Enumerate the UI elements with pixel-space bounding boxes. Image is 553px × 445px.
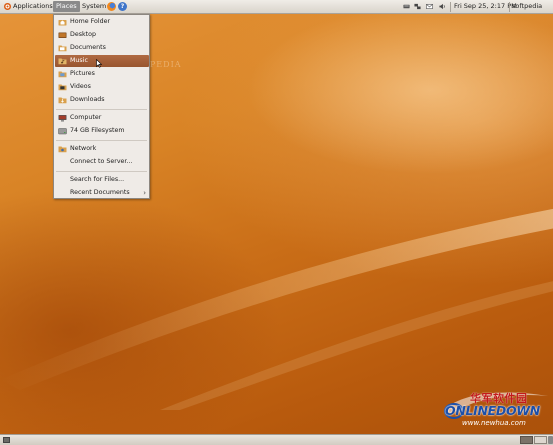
- menu-item-label: 74 GB Filesystem: [70, 127, 125, 134]
- firefox-icon[interactable]: [107, 2, 116, 11]
- system-label: System: [82, 2, 107, 10]
- bottom-panel: [0, 434, 553, 445]
- mail-icon[interactable]: [426, 3, 433, 10]
- keyboard-icon[interactable]: [403, 3, 410, 10]
- menu-item-label: Pictures: [70, 70, 95, 77]
- menu-item-downloads[interactable]: Downloads: [55, 94, 149, 106]
- computer-icon: [58, 115, 67, 122]
- menu-item-network[interactable]: Network: [55, 143, 149, 155]
- applications-menu[interactable]: Applications: [2, 1, 56, 12]
- menu-item-label: Computer: [70, 114, 102, 121]
- clock[interactable]: Fri Sep 25, 2:17 PM: [454, 1, 517, 12]
- network-icon: [58, 146, 67, 153]
- menu-item-pictures[interactable]: Pictures: [55, 68, 149, 80]
- menu-item-videos[interactable]: Videos: [55, 81, 149, 93]
- menu-separator: [56, 140, 147, 141]
- menu-separator: [56, 171, 147, 172]
- workspace-switcher-1[interactable]: [520, 436, 533, 444]
- desktop-icon: [58, 32, 67, 38]
- menu-item-recent-documents[interactable]: Recent Documents ›: [55, 187, 149, 199]
- desktop-screen: SOFTPEDIA Applications Places System ? F…: [0, 0, 553, 445]
- onlinedown-logo-text: ONLINEDOWN: [445, 403, 540, 418]
- user-switcher[interactable]: softpedia: [512, 1, 542, 12]
- submenu-arrow-icon: ›: [143, 189, 146, 197]
- folder-icon: [58, 45, 67, 52]
- menu-item-computer[interactable]: Computer: [55, 112, 149, 124]
- help-icon[interactable]: ?: [118, 2, 127, 11]
- home-folder-icon: [58, 20, 67, 26]
- music-folder-icon: [58, 58, 67, 65]
- menu-item-music[interactable]: Music: [55, 55, 149, 67]
- menu-item-74gb-filesystem[interactable]: 74 GB Filesystem: [55, 125, 149, 137]
- network-icon[interactable]: [414, 3, 421, 10]
- system-menu[interactable]: System: [80, 1, 108, 12]
- menu-item-label: Recent Documents: [70, 189, 130, 196]
- panel-separator: [450, 2, 451, 12]
- menu-item-label: Search for Files...: [70, 176, 125, 183]
- pictures-folder-icon: [58, 71, 67, 78]
- ubuntu-logo-icon: [4, 3, 11, 10]
- places-menu[interactable]: Places: [53, 1, 80, 12]
- drive-icon: [58, 128, 67, 135]
- menu-item-documents[interactable]: Documents: [55, 42, 149, 54]
- menu-item-desktop[interactable]: Desktop: [55, 29, 149, 41]
- menu-item-search-for-files[interactable]: Search for Files...: [55, 174, 149, 186]
- menu-item-connect-to-server[interactable]: Connect to Server...: [55, 156, 149, 168]
- top-panel: Applications Places System ? Fri Sep 25,…: [0, 0, 553, 14]
- downloads-folder-icon: [58, 97, 67, 104]
- trash-icon[interactable]: [548, 436, 553, 444]
- menu-item-label: Desktop: [70, 31, 96, 38]
- panel-separator: [509, 2, 510, 12]
- onlinedown-logo-url: www.newhua.com: [462, 419, 526, 427]
- menu-item-home-folder[interactable]: Home Folder: [55, 16, 149, 28]
- mouse-cursor-icon: [96, 59, 102, 68]
- menu-item-label: Videos: [70, 83, 91, 90]
- menu-item-label: Music: [70, 57, 88, 64]
- places-label: Places: [56, 2, 77, 10]
- show-desktop-icon[interactable]: [3, 437, 10, 443]
- workspace-switcher-2[interactable]: [534, 436, 547, 444]
- menu-item-label: Documents: [70, 44, 106, 51]
- menu-item-label: Connect to Server...: [70, 158, 133, 165]
- menu-item-label: Network: [70, 145, 97, 152]
- volume-icon[interactable]: [439, 3, 446, 10]
- menu-separator: [56, 109, 147, 110]
- places-dropdown-menu: Home Folder Desktop Documents Music Pict…: [53, 14, 150, 199]
- videos-folder-icon: [58, 84, 67, 91]
- menu-item-label: Downloads: [70, 96, 105, 103]
- applications-label: Applications: [13, 2, 53, 10]
- menu-item-label: Home Folder: [70, 18, 111, 25]
